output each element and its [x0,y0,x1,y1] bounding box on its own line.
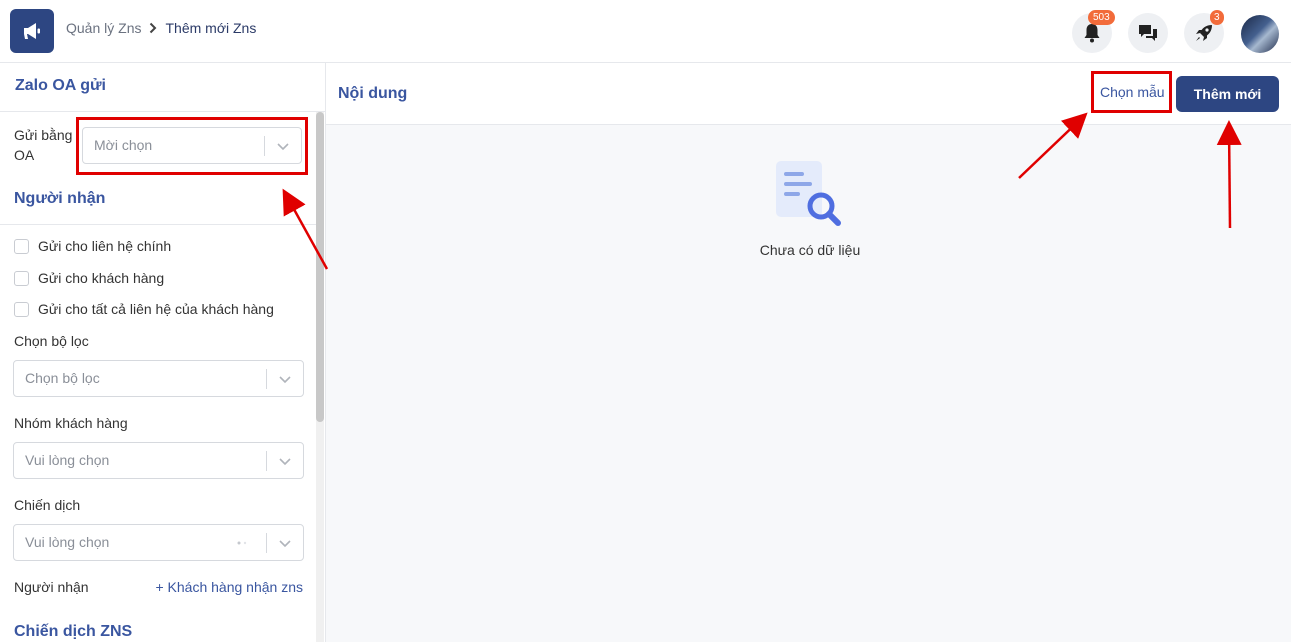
section-divider [0,224,316,225]
chevron-right-icon [150,22,157,34]
checkbox-box[interactable] [14,238,29,254]
recipients-label: Người nhận [14,579,89,595]
rocket-icon [1196,25,1212,41]
breadcrumb-current: Thêm mới Zns [165,20,257,36]
document-search-icon [776,161,841,226]
highlight-box-oa-select [76,117,308,175]
campaign-select[interactable]: Vui lòng chọn [13,524,304,561]
highlight-box-choose-template [1091,71,1172,113]
checkbox-box[interactable] [14,301,29,317]
left-panel-scrollbar[interactable] [316,112,324,642]
top-bar: Quản lý Zns Thêm mới Zns 503 3 [0,0,1291,63]
app-logo-button[interactable] [10,9,54,53]
messages-button[interactable] [1128,13,1168,53]
bell-icon [1084,24,1100,43]
checkbox-label: Gửi cho khách hàng [38,270,165,286]
select-divider [266,369,267,389]
breadcrumb: Quản lý Zns Thêm mới Zns [66,20,256,36]
send-by-oa-label: Gửi bằng OA [14,127,73,163]
empty-state-text: Chưa có dữ liệu [759,242,861,258]
filter-label: Chọn bộ lọc [14,333,89,349]
checkbox-main-contact[interactable]: Gửi cho liên hệ chính [14,238,171,254]
content-panel-title: Nội dung [338,85,408,102]
notification-count-badge: 503 [1088,10,1115,25]
rocket-count-badge: 3 [1210,10,1224,25]
notifications-button[interactable]: 503 [1072,10,1115,53]
customer-group-placeholder: Vui lòng chọn [25,452,110,468]
oa-panel-title: Zalo OA gửi [0,63,325,112]
zns-campaign-section-title: Chiến dịch ZNS [14,623,133,640]
select-divider [266,451,267,471]
checkbox-customer[interactable]: Gửi cho khách hàng [14,270,164,286]
checkbox-box[interactable] [14,270,29,286]
loading-dots-icon [237,541,247,545]
rocket-button[interactable]: 3 [1184,10,1224,53]
checkbox-label: Gửi cho tất cả liên hệ của khách hàng [38,301,274,317]
chevron-down-icon [279,540,291,548]
chat-icon [1139,25,1157,41]
content-panel: Nội dung Chọn mẫu Thêm mới Chưa có dữ li… [326,63,1291,642]
recipient-section-title: Người nhận [14,190,106,207]
add-new-button[interactable]: Thêm mới [1176,76,1279,112]
user-avatar[interactable] [1241,15,1279,53]
filter-select[interactable]: Chọn bộ lọc [13,360,304,397]
checkbox-label: Gửi cho liên hệ chính [38,238,172,254]
campaign-label: Chiến dịch [14,497,81,513]
chevron-down-icon [279,376,291,384]
breadcrumb-parent-link[interactable]: Quản lý Zns [66,20,141,36]
megaphone-icon [24,23,40,39]
campaign-placeholder: Vui lòng chọn [25,534,110,550]
filter-placeholder: Chọn bộ lọc [25,370,100,386]
checkbox-all-contacts[interactable]: Gửi cho tất cả liên hệ của khách hàng [14,301,274,317]
chevron-down-icon [279,458,291,466]
app-root: Quản lý Zns Thêm mới Zns 503 3 Zalo OA g… [0,0,1291,642]
scrollbar-thumb[interactable] [316,112,324,422]
select-divider [266,533,267,553]
add-recipients-link[interactable]: + Khách hàng nhận zns [155,579,303,595]
customer-group-label: Nhóm khách hàng [14,415,128,431]
customer-group-select[interactable]: Vui lòng chọn [13,442,304,479]
